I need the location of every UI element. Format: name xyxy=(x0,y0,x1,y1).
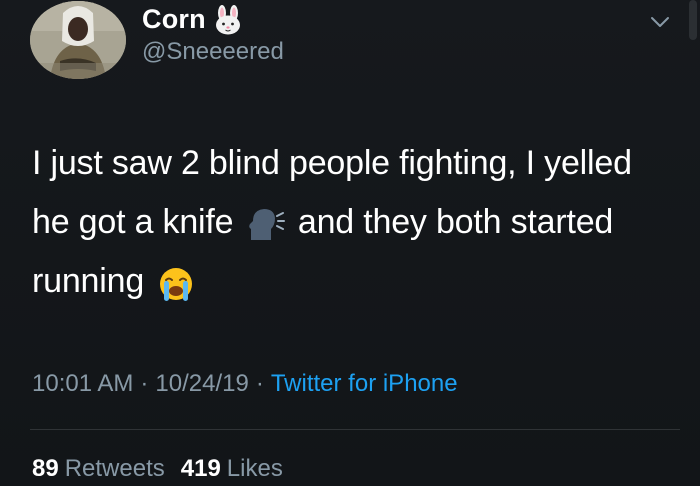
retweets-count: 89 xyxy=(32,455,59,482)
scrollbar[interactable] xyxy=(689,0,697,40)
likes-label: Likes xyxy=(226,455,283,482)
tweet-card: Corn @Sneeeered I just saw 2 blind peopl… xyxy=(0,0,700,486)
divider xyxy=(30,429,680,430)
likes-count: 419 xyxy=(180,455,221,482)
tweet-date[interactable]: 10/24/19 xyxy=(155,370,248,397)
retweets-label: Retweets xyxy=(64,455,165,482)
display-name[interactable]: Corn xyxy=(142,4,242,35)
tweet-source-link[interactable]: Twitter for iPhone xyxy=(271,370,458,397)
meta-separator: · xyxy=(140,370,149,397)
tweet-meta: 10:01 AM · 10/24/19 · Twitter for iPhone xyxy=(32,370,458,398)
display-name-text: Corn xyxy=(142,4,206,34)
avatar[interactable] xyxy=(30,1,126,79)
loudly-crying-face-icon xyxy=(157,262,195,302)
user-handle[interactable]: @Sneeeered xyxy=(142,38,284,66)
retweets-stat[interactable]: 89 Retweets xyxy=(32,455,165,482)
tweet-stats: 89 Retweets 419 Likes xyxy=(32,455,283,483)
speaking-head-icon xyxy=(247,203,285,241)
chevron-down-icon[interactable] xyxy=(648,10,672,34)
meta-separator: · xyxy=(255,370,264,397)
tweet-text: I just saw 2 blind people fighting, I ye… xyxy=(32,134,672,311)
rabbit-face-icon xyxy=(214,4,242,35)
likes-stat[interactable]: 419 Likes xyxy=(181,455,283,482)
tweet-time[interactable]: 10:01 AM xyxy=(32,370,133,397)
